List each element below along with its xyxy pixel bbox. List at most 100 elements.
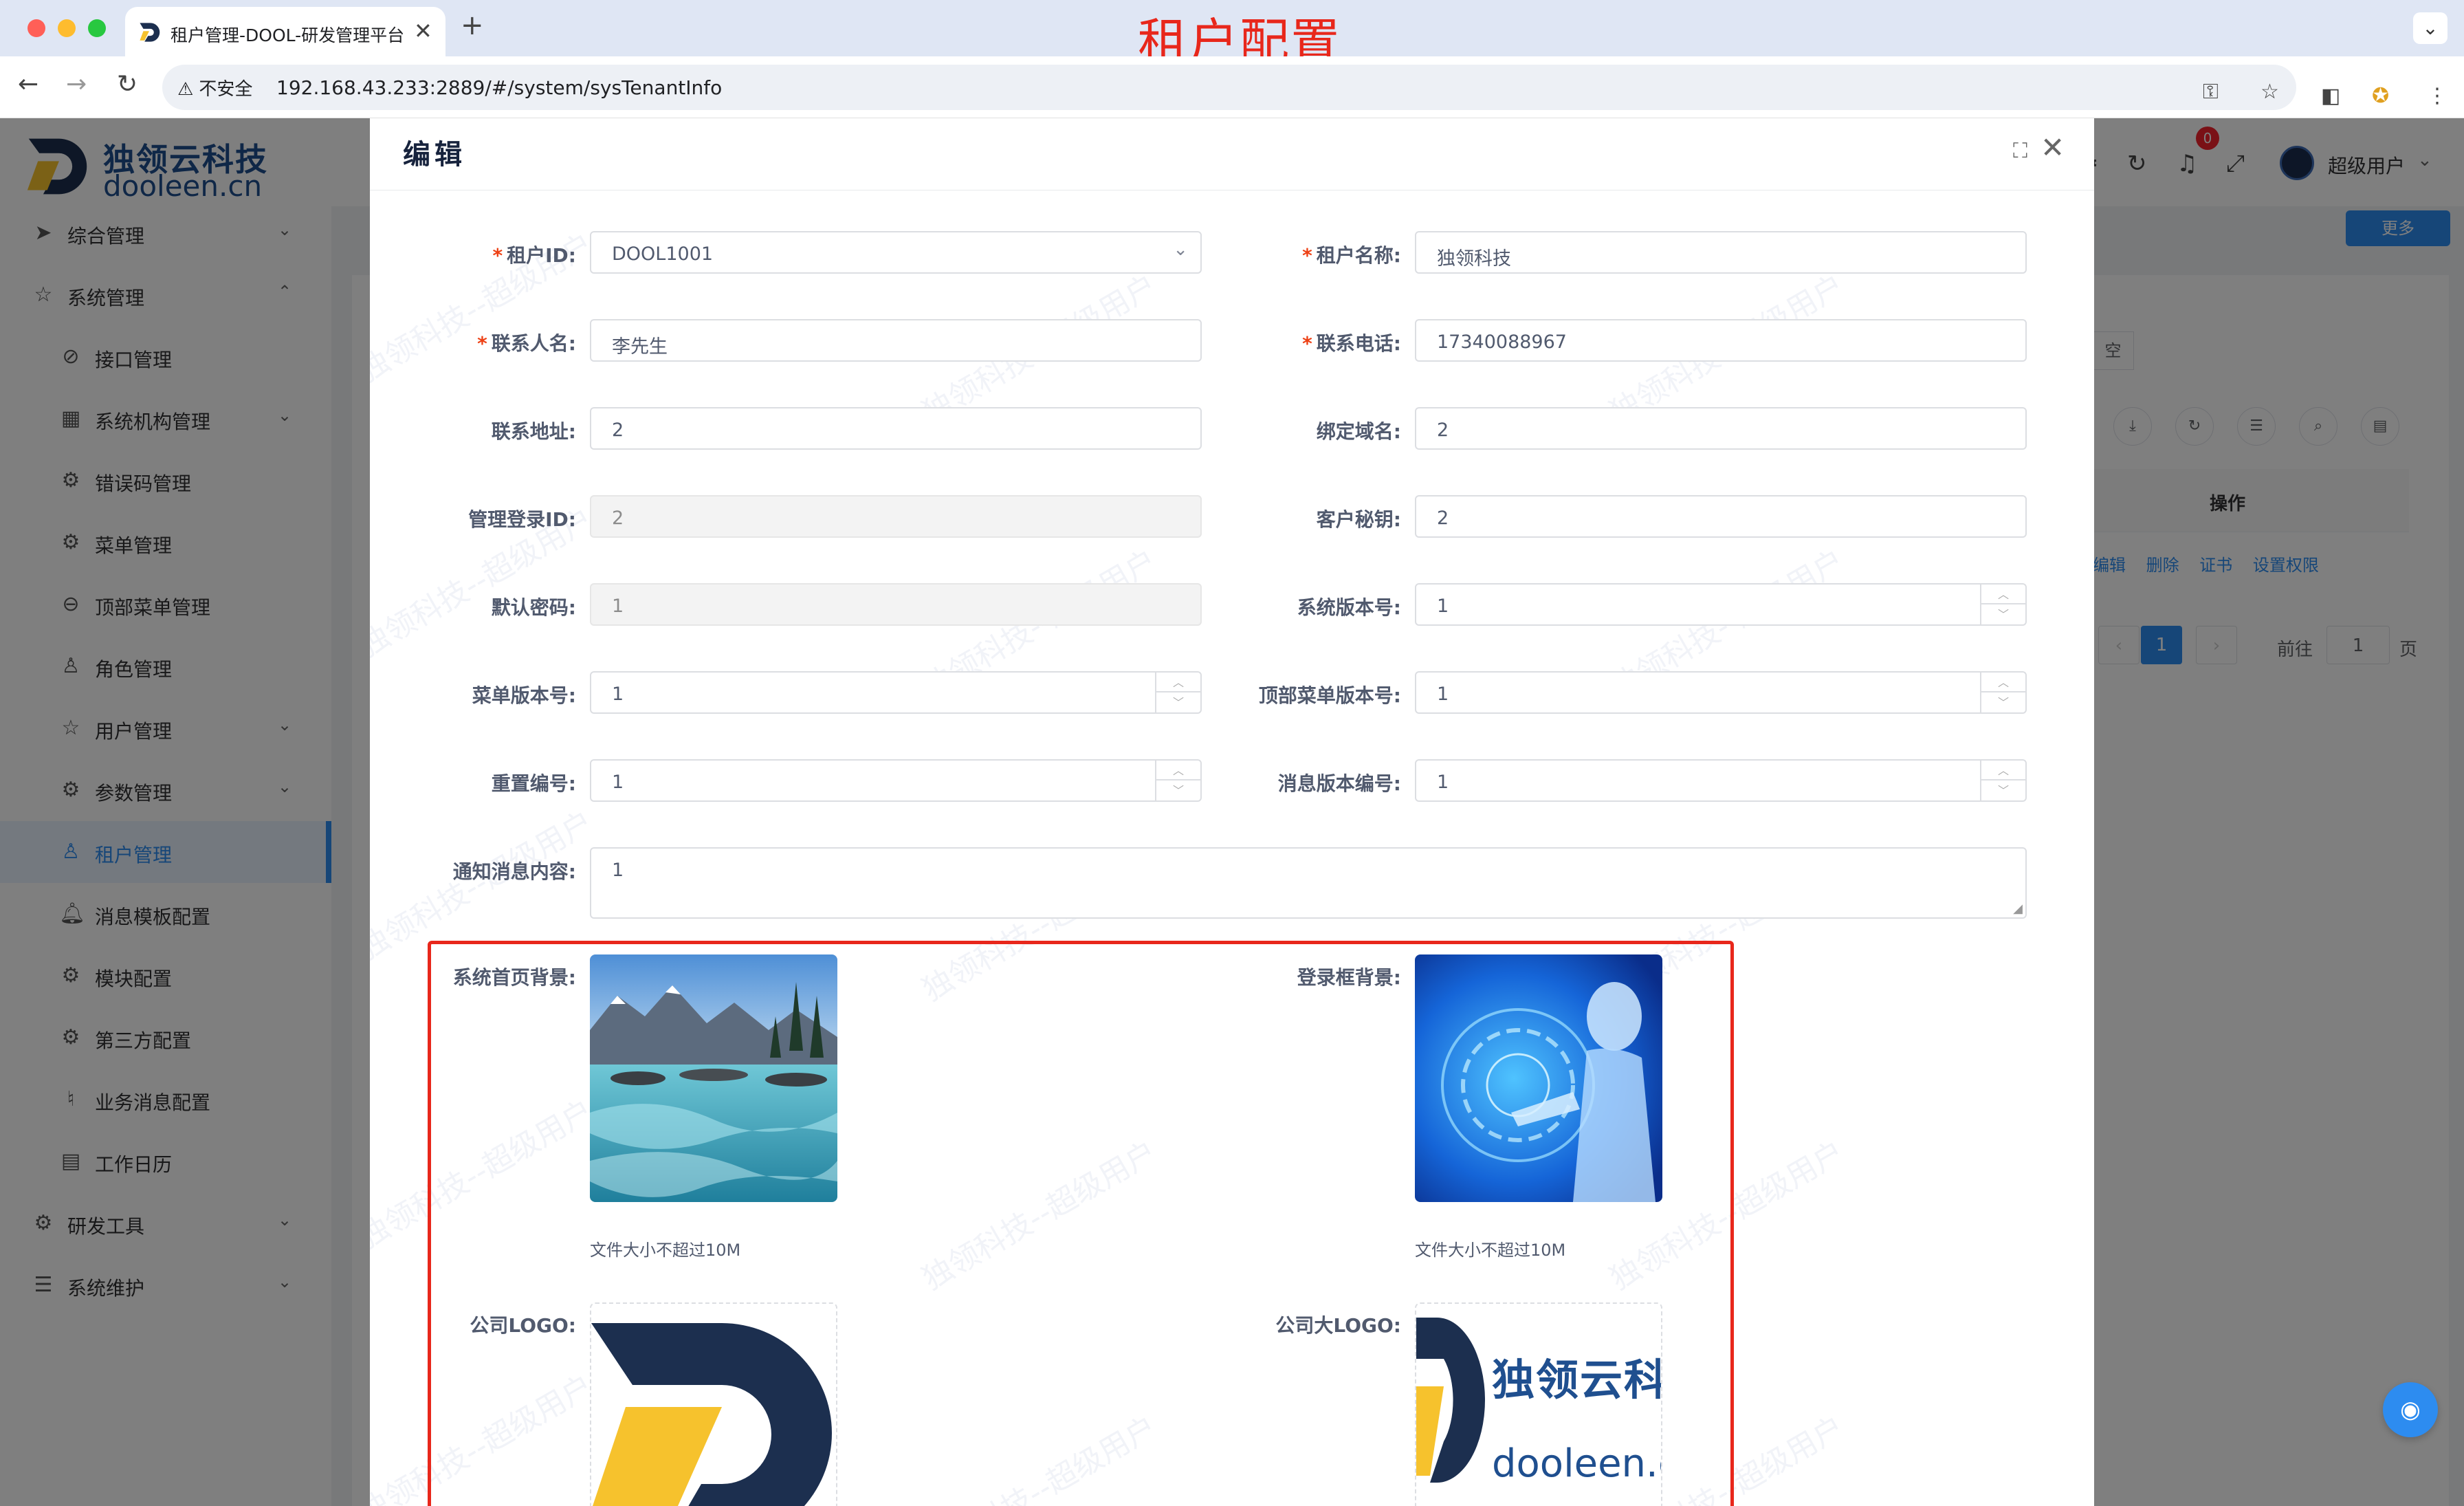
stepper-controls: ︿ ﹀: [1980, 673, 2025, 712]
camera-icon[interactable]: ◉: [2383, 1382, 2438, 1437]
home-bg-label: 系统首页背景:: [452, 966, 576, 989]
warning-icon: ⚠: [177, 79, 194, 100]
reset-number-label: 重置编号:: [491, 772, 576, 795]
bind-domain-label: 绑定域名:: [1316, 420, 1401, 443]
admin-login-id-label: 管理登录ID:: [468, 508, 576, 531]
system-version-label: 系统版本号:: [1297, 596, 1401, 619]
chevron-up-icon[interactable]: ︿: [1981, 585, 2025, 604]
stepper-controls: ︿ ﹀: [1155, 673, 1200, 712]
home-bg-size-hint: 文件大小不超过10M: [590, 1241, 741, 1260]
stepper-value: 1: [1437, 772, 1449, 793]
chevron-down-icon[interactable]: ﹀: [1981, 604, 2025, 624]
contact-phone-label: * 联系电话:: [1302, 332, 1401, 355]
top-menu-version-label: 顶部菜单版本号:: [1258, 684, 1401, 707]
tab-close-icon[interactable]: ✕: [414, 18, 432, 44]
bind-domain-input[interactable]: 2: [1415, 407, 2027, 450]
sidebar-toggle-icon[interactable]: ◧: [2321, 84, 2340, 108]
notice-content-label: 通知消息内容:: [452, 860, 576, 883]
label-text: 联系电话:: [1316, 332, 1401, 355]
chevron-up-icon[interactable]: ︿: [1981, 761, 2025, 781]
top-menu-version-stepper[interactable]: 1 ︿ ﹀: [1415, 671, 2027, 714]
chevron-down-icon[interactable]: ﹀: [1156, 781, 1200, 800]
bookmark-star-icon[interactable]: ☆: [2260, 80, 2279, 104]
tenant-name-label: * 租户名称:: [1302, 244, 1401, 267]
reload-icon[interactable]: ↻: [117, 70, 138, 98]
forward-arrow-icon[interactable]: →: [66, 70, 87, 98]
admin-login-id-input: 2: [590, 495, 1202, 538]
menu-version-label: 菜单版本号:: [472, 684, 576, 707]
stepper-controls: ︿ ﹀: [1155, 761, 1200, 800]
edit-tenant-modal: 编辑 ⛶ ✕ 独领科技--超级用户 独领科技--超级用户 独领科技--超级用户 …: [370, 118, 2094, 1506]
contact-name-input[interactable]: 李先生: [590, 319, 1202, 362]
home-background-image[interactable]: [590, 954, 837, 1202]
new-tab-button[interactable]: +: [461, 10, 484, 41]
menu-version-stepper[interactable]: 1 ︿ ﹀: [590, 671, 1202, 714]
contact-address-label: 联系地址:: [491, 420, 576, 443]
chevron-down-icon: ⌄: [1173, 239, 1188, 260]
contact-phone-input[interactable]: 17340088967: [1415, 319, 2027, 362]
landscape-river-image: [590, 954, 837, 1202]
client-secret-label: 客户秘钥:: [1316, 508, 1401, 531]
maximize-window-button[interactable]: [88, 19, 106, 37]
label-text: 租户ID:: [507, 244, 576, 267]
brand-logo-icon: [591, 1323, 832, 1506]
stepper-value: 1: [1437, 684, 1449, 705]
security-indicator[interactable]: ⚠ 不安全: [177, 75, 252, 100]
login-bg-size-hint: 文件大小不超过10M: [1415, 1241, 1566, 1260]
tab-list-chevron-icon[interactable]: ⌄: [2413, 12, 2448, 44]
big-logo-text-en: dooleen.cn: [1492, 1441, 1661, 1486]
more-menu-icon[interactable]: ⋮: [2427, 84, 2448, 108]
close-icon[interactable]: ✕: [2040, 131, 2065, 164]
login-background-image[interactable]: [1415, 954, 1662, 1202]
chevron-down-icon[interactable]: ﹀: [1156, 692, 1200, 712]
stepper-controls: ︿ ﹀: [1980, 761, 2025, 800]
reset-number-stepper[interactable]: 1 ︿ ﹀: [590, 759, 1202, 802]
login-bg-label: 登录框背景:: [1297, 966, 1401, 989]
contact-name-label: * 联系人名:: [477, 332, 576, 355]
fullscreen-icon[interactable]: ⛶: [2013, 139, 2027, 163]
company-logo-image[interactable]: [590, 1302, 837, 1506]
key-icon[interactable]: ⚿: [2203, 80, 2219, 104]
url-field[interactable]: ⚠ 不安全 192.168.43.233:2889/#/system/sysTen…: [162, 65, 2296, 110]
modal-title: 编辑: [403, 139, 466, 171]
default-password-input: 1: [590, 583, 1202, 626]
minimize-window-button[interactable]: [58, 19, 76, 37]
browser-tab[interactable]: 租户管理-DOOL-研发管理平台 ✕: [125, 7, 446, 56]
resize-handle-icon[interactable]: ◢: [2013, 902, 2023, 916]
chevron-up-icon[interactable]: ︿: [1981, 673, 2025, 692]
client-secret-input[interactable]: 2: [1415, 495, 2027, 538]
tenant-id-label: * 租户ID:: [492, 244, 576, 267]
stepper-value: 1: [612, 772, 624, 793]
chevron-up-icon[interactable]: ︿: [1156, 673, 1200, 692]
stepper-controls: ︿ ﹀: [1980, 585, 2025, 624]
tech-robot-image: [1415, 954, 1662, 1202]
chevron-down-icon[interactable]: ﹀: [1981, 692, 2025, 712]
url-text: 192.168.43.233:2889/#/system/sysTenantIn…: [276, 76, 723, 99]
company-logo-label: 公司LOGO:: [470, 1314, 576, 1337]
big-logo-text-cn: 独领云科技: [1492, 1355, 1661, 1405]
notice-content-textarea[interactable]: 1 ◢: [590, 847, 2027, 919]
default-password-label: 默认密码:: [491, 596, 576, 619]
label-text: 联系人名:: [491, 332, 576, 355]
tenant-name-input[interactable]: 独领科技: [1415, 231, 2027, 274]
message-version-label: 消息版本编号:: [1277, 772, 1401, 795]
tab-title: 租户管理-DOOL-研发管理平台: [170, 25, 405, 45]
brand-logo-icon: [1416, 1318, 1485, 1483]
chevron-down-icon[interactable]: ﹀: [1981, 781, 2025, 800]
company-big-logo-image[interactable]: 独领云科技 dooleen.cn: [1415, 1302, 1662, 1506]
site-favicon-icon: [140, 23, 160, 42]
select-value: DOOL1001: [612, 243, 714, 265]
tenant-id-select[interactable]: DOOL1001 ⌄: [590, 231, 1202, 274]
stepper-value: 1: [1437, 596, 1449, 617]
message-version-stepper[interactable]: 1 ︿ ﹀: [1415, 759, 2027, 802]
back-arrow-icon[interactable]: ←: [18, 70, 38, 98]
extension-icon[interactable]: ✪: [2372, 84, 2389, 108]
close-window-button[interactable]: [28, 19, 45, 37]
textarea-value: 1: [612, 860, 624, 881]
label-text: 租户名称:: [1316, 244, 1401, 267]
stepper-value: 1: [612, 684, 624, 705]
system-version-stepper[interactable]: 1 ︿ ﹀: [1415, 583, 2027, 626]
contact-address-input[interactable]: 2: [590, 407, 1202, 450]
chevron-up-icon[interactable]: ︿: [1156, 761, 1200, 781]
company-big-logo-label: 公司大LOGO:: [1275, 1314, 1401, 1337]
